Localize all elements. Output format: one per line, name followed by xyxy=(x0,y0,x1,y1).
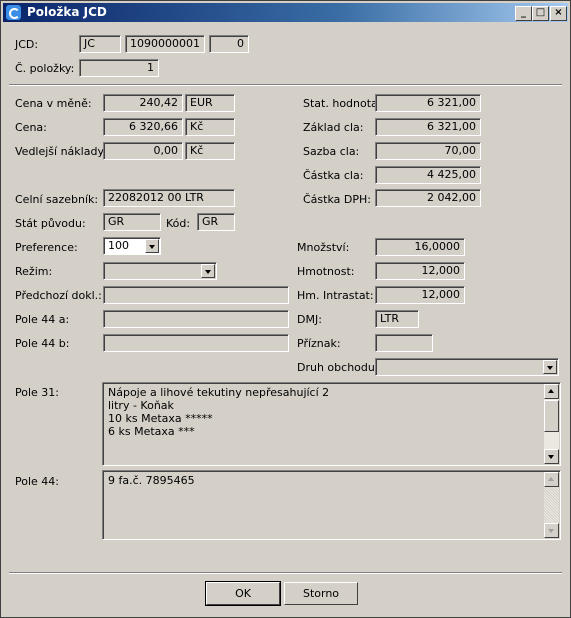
pole31-line: Nápoje a lihové tekutiny nepřesahující 2 xyxy=(108,386,330,399)
separator xyxy=(9,84,562,86)
preference-label: Preference: xyxy=(15,241,78,254)
druh-obchodu-label: Druh obchodu: xyxy=(297,361,379,374)
pole44-scrollbar[interactable] xyxy=(544,472,559,538)
close-button[interactable]: × xyxy=(550,6,567,21)
pole31-label: Pole 31: xyxy=(15,386,59,399)
pole44-textarea[interactable]: 9 fa.č. 7895465 xyxy=(102,470,561,540)
item-no-label: Č. položky: xyxy=(15,62,75,75)
pole44-line: 9 fa.č. 7895465 xyxy=(108,474,195,487)
stat-label: Stát původu: xyxy=(15,217,86,230)
scroll-up-icon[interactable] xyxy=(544,472,559,487)
hm-intrastat-field[interactable]: 12,000 xyxy=(375,286,465,304)
vedlejsi-field[interactable]: 0,00 xyxy=(103,142,183,160)
hm-intrastat-label: Hm. Intrastat: xyxy=(297,289,374,302)
app-icon xyxy=(6,5,21,20)
scroll-down-icon[interactable] xyxy=(544,523,559,538)
chevron-down-icon[interactable] xyxy=(543,360,557,374)
scroll-down-icon[interactable] xyxy=(544,449,559,464)
scroll-thumb[interactable] xyxy=(544,400,559,432)
cena-currency-field[interactable]: Kč xyxy=(185,118,235,136)
castka-dph-label: Částka DPH: xyxy=(303,193,371,206)
item-no-field[interactable]: 1 xyxy=(79,59,159,77)
jcd-number-field[interactable]: 1090000001 xyxy=(125,35,205,53)
dmj-label: DMJ: xyxy=(297,313,322,326)
stat-hodnota-field[interactable]: 6 321,00 xyxy=(375,94,481,112)
mnozstvi-field[interactable]: 16,0000 xyxy=(375,238,465,256)
cena-mena-label: Cena v měně: xyxy=(15,97,92,110)
priznak-label: Příznak: xyxy=(297,337,341,350)
rezim-select[interactable] xyxy=(103,262,217,280)
pole31-line: litry - Koňak xyxy=(108,399,174,412)
stat-hodnota-label: Stat. hodnota: xyxy=(303,97,382,110)
cena-field[interactable]: 6 320,66 xyxy=(103,118,183,136)
preference-select[interactable]: 100 xyxy=(103,237,161,255)
pole31-line: 10 ks Metaxa ***** xyxy=(108,412,213,425)
castka-cla-field[interactable]: 4 425,00 xyxy=(375,166,481,184)
predchozi-label: Předchozí dokl.: xyxy=(15,289,102,302)
pole44-label: Pole 44: xyxy=(15,475,59,488)
zaklad-cla-field[interactable]: 6 321,00 xyxy=(375,118,481,136)
sazba-cla-label: Sazba cla: xyxy=(303,145,360,158)
sazba-cla-field[interactable]: 70,00 xyxy=(375,142,481,160)
stat-field[interactable]: GR xyxy=(103,213,161,231)
mnozstvi-label: Množství: xyxy=(297,241,350,254)
pole31-scrollbar[interactable] xyxy=(544,384,559,464)
druh-obchodu-select[interactable] xyxy=(375,358,559,376)
pole31-line: 6 ks Metaxa *** xyxy=(108,425,195,438)
chevron-down-icon[interactable] xyxy=(145,239,159,253)
pole44a-label: Pole 44 a: xyxy=(15,313,70,326)
jcd-index-field[interactable]: 0 xyxy=(209,35,249,53)
window-title: Položka JCD xyxy=(27,5,107,19)
hmotnost-label: Hmotnost: xyxy=(297,265,355,278)
pole44b-label: Pole 44 b: xyxy=(15,337,70,350)
cancel-button[interactable]: Storno xyxy=(284,582,358,605)
kod-field[interactable]: GR xyxy=(197,213,235,231)
cena-mena-currency-field[interactable]: EUR xyxy=(185,94,235,112)
scroll-up-icon[interactable] xyxy=(544,384,559,399)
vedlejsi-label: Vedlejší náklady: xyxy=(15,145,107,158)
cena-label: Cena: xyxy=(15,121,47,134)
separator xyxy=(9,572,562,574)
dialog-window: Položka JCD _ □ × JCD: JC 1090000001 0 Č… xyxy=(0,0,571,618)
kod-label: Kód: xyxy=(166,217,191,230)
jcd-type-field[interactable]: JC xyxy=(79,35,121,53)
pole31-textarea[interactable]: Nápoje a lihové tekutiny nepřesahující 2… xyxy=(102,382,561,466)
title-bar[interactable]: Položka JCD _ □ × xyxy=(3,3,568,22)
zaklad-cla-label: Základ cla: xyxy=(303,121,364,134)
jcd-label: JCD: xyxy=(15,38,39,51)
priznak-field[interactable] xyxy=(375,334,433,352)
rezim-label: Režim: xyxy=(15,265,53,278)
chevron-down-icon[interactable] xyxy=(201,264,215,278)
pole44b-field[interactable] xyxy=(103,334,289,352)
preference-value: 100 xyxy=(108,239,129,252)
pole44a-field[interactable] xyxy=(103,310,289,328)
sazebnik-label: Celní sazebník: xyxy=(15,193,99,206)
sazebnik-field[interactable]: 22082012 00 LTR xyxy=(103,189,235,207)
maximize-button[interactable]: □ xyxy=(532,6,549,21)
cena-mena-field[interactable]: 240,42 xyxy=(103,94,183,112)
castka-dph-field[interactable]: 2 042,00 xyxy=(375,189,481,207)
castka-cla-label: Částka cla: xyxy=(303,169,364,182)
hmotnost-field[interactable]: 12,000 xyxy=(375,262,465,280)
minimize-button[interactable]: _ xyxy=(515,6,532,21)
dmj-field[interactable]: LTR xyxy=(375,310,419,328)
predchozi-field[interactable] xyxy=(103,286,289,304)
vedlejsi-currency-field[interactable]: Kč xyxy=(185,142,235,160)
ok-button[interactable]: OK xyxy=(205,581,281,606)
